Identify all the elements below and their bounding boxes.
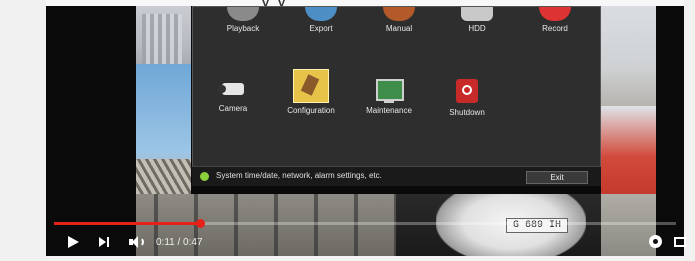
menu-item-configuration[interactable]: Configuration bbox=[271, 69, 351, 115]
menu-label-manual: Manual bbox=[385, 24, 413, 33]
configuration-icon bbox=[293, 69, 329, 103]
menu-item-hdd[interactable]: HDD bbox=[437, 7, 517, 33]
volume-icon[interactable] bbox=[128, 233, 146, 251]
menu-item-manual[interactable]: Manual bbox=[359, 7, 439, 33]
export-icon bbox=[305, 7, 337, 21]
exit-button[interactable]: Exit bbox=[526, 171, 588, 184]
video-player[interactable]: G 689 IH Playback Export Manual HDD Reco… bbox=[46, 6, 684, 256]
menu-item-maintenance[interactable]: Maintenance bbox=[349, 73, 429, 115]
playback-icon bbox=[227, 7, 259, 21]
menu-label-shutdown: Shutdown bbox=[449, 108, 485, 117]
camera-feed-top-right bbox=[601, 6, 656, 106]
play-icon[interactable] bbox=[66, 233, 80, 251]
status-indicator-icon bbox=[200, 172, 209, 181]
dvr-main-menu: Playback Export Manual HDD Record Camera… bbox=[192, 6, 601, 182]
menu-status-bar: System time/date, network, alarm setting… bbox=[192, 166, 601, 186]
menu-item-camera[interactable]: Camera bbox=[193, 73, 273, 113]
menu-item-playback[interactable]: Playback bbox=[203, 7, 283, 33]
progress-scrubber-handle[interactable] bbox=[196, 219, 205, 228]
right-margin bbox=[684, 0, 695, 261]
shutdown-icon bbox=[454, 77, 480, 105]
next-icon[interactable] bbox=[98, 233, 112, 251]
settings-gear-icon[interactable] bbox=[648, 234, 664, 252]
record-icon bbox=[539, 7, 571, 21]
menu-item-record[interactable]: Record bbox=[515, 7, 595, 33]
menu-label-hdd: HDD bbox=[468, 24, 486, 33]
manual-icon bbox=[383, 7, 415, 21]
menu-item-shutdown[interactable]: Shutdown bbox=[427, 73, 507, 117]
camera-feed-mid-right bbox=[601, 106, 656, 198]
menu-item-export[interactable]: Export bbox=[281, 7, 361, 33]
fullscreen-icon[interactable] bbox=[674, 237, 686, 247]
progress-bar[interactable] bbox=[54, 219, 676, 228]
player-controls: 0:11 / 0:47 bbox=[46, 228, 686, 256]
time-display: 0:11 / 0:47 bbox=[156, 237, 203, 248]
menu-label-configuration: Configuration bbox=[287, 106, 335, 115]
menu-label-export: Export bbox=[309, 24, 333, 33]
progress-played bbox=[54, 222, 200, 225]
left-margin bbox=[0, 0, 46, 261]
menu-label-record: Record bbox=[542, 24, 568, 33]
menu-label-maintenance: Maintenance bbox=[366, 106, 412, 115]
status-description: System time/date, network, alarm setting… bbox=[216, 171, 382, 180]
hdd-icon bbox=[461, 7, 493, 21]
menu-label-playback: Playback bbox=[226, 24, 260, 33]
menu-label-camera: Camera bbox=[218, 104, 248, 113]
camera-icon bbox=[218, 79, 248, 101]
maintenance-icon bbox=[374, 77, 404, 103]
